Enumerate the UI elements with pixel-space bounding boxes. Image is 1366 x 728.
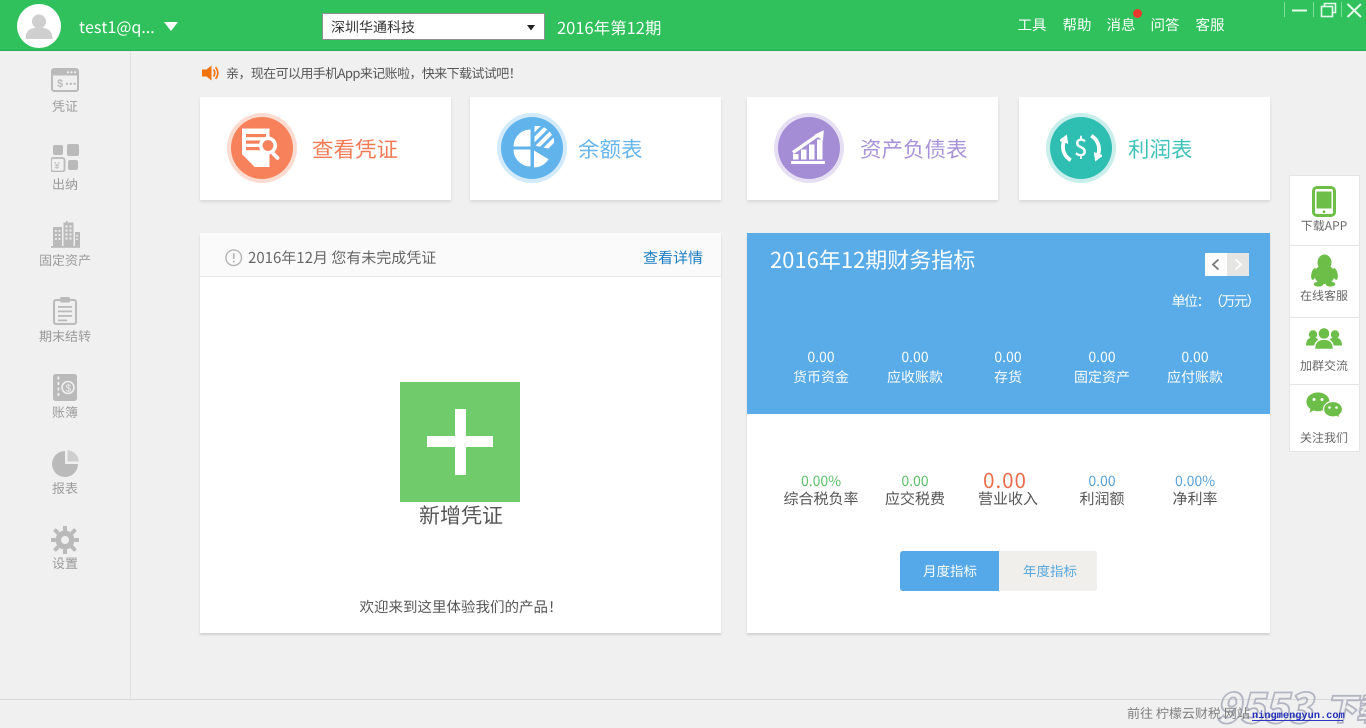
svg-text:$: $	[57, 78, 63, 90]
svg-text:$: $	[66, 383, 72, 394]
svg-text:¥: ¥	[53, 161, 60, 172]
